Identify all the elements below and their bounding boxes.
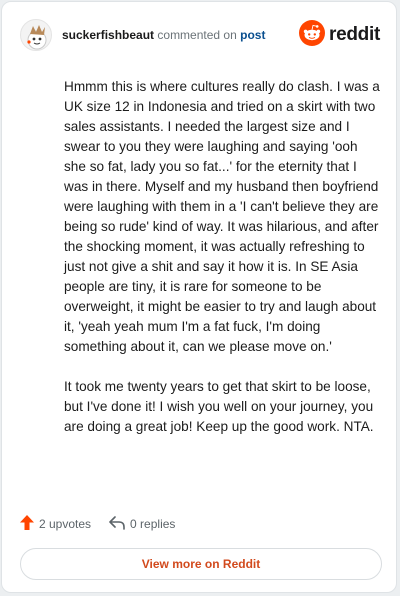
- comment-body: Hmmm this is where cultures really do cl…: [64, 77, 382, 457]
- reply-arrow-icon[interactable]: [109, 515, 125, 533]
- comment-paragraph: It took me twenty years to get that skir…: [64, 379, 374, 434]
- comment-footer: 2 upvotes 0 replies: [20, 514, 193, 534]
- reply-count: 0 replies: [130, 517, 176, 531]
- view-more-button[interactable]: View more on Reddit: [20, 548, 382, 580]
- user-avatar[interactable]: [20, 19, 52, 51]
- reddit-wordmark: reddit: [329, 24, 380, 45]
- action-text: commented on: [157, 28, 237, 42]
- upvote-button[interactable]: 2 upvotes: [20, 515, 91, 533]
- upvote-count: 2 upvotes: [39, 517, 92, 531]
- reddit-snoo-icon: [299, 19, 326, 51]
- comment-header: suckerfishbeaut commented on post reddit: [20, 19, 380, 51]
- username-link[interactable]: suckerfishbeaut: [62, 28, 154, 42]
- comment-card: suckerfishbeaut commented on post reddit: [1, 1, 397, 593]
- post-link[interactable]: post: [240, 28, 265, 42]
- comment-paragraph: Hmmm this is where cultures really do cl…: [64, 79, 380, 354]
- upvote-arrow-icon[interactable]: [20, 515, 34, 533]
- reply-button[interactable]: 0 replies: [109, 515, 176, 533]
- comment-meta: suckerfishbeaut commented on post: [62, 28, 265, 42]
- reddit-logo[interactable]: reddit: [299, 19, 380, 51]
